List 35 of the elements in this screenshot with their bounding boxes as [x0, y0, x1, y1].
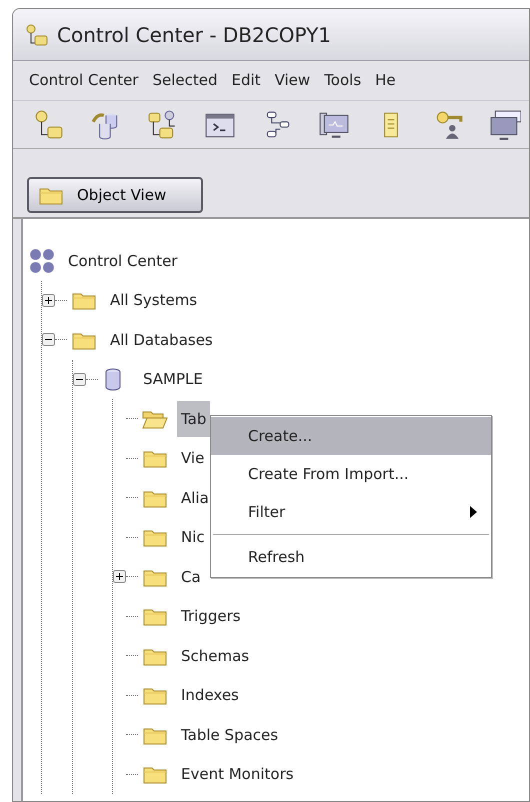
menu-item[interactable]: Create From Import...	[211, 455, 491, 493]
tree-item[interactable]: All Systems	[106, 282, 202, 318]
collapse-icon[interactable]	[42, 333, 55, 346]
menu-item[interactable]: Tools	[324, 69, 362, 92]
expand-icon[interactable]	[113, 570, 126, 584]
submenu-arrow-icon	[470, 506, 477, 518]
tree-item[interactable]: Schemas	[177, 638, 254, 674]
hierarchy-icon[interactable]	[33, 108, 65, 140]
collapse-icon[interactable]	[73, 372, 86, 386]
tree-item[interactable]: SAMPLE	[139, 361, 207, 398]
tree-item[interactable]: Control Center	[64, 242, 182, 279]
tree-item[interactable]: Tab	[177, 400, 210, 437]
menu-item[interactable]: He	[375, 69, 396, 92]
tree-item[interactable]: Ca	[177, 558, 205, 595]
tab[interactable]: Object View	[27, 177, 203, 213]
tree-item[interactable]: Event Monitors	[177, 756, 298, 792]
menu-item[interactable]: Control Center	[29, 69, 138, 92]
tree-item[interactable]: Vie	[177, 440, 208, 476]
menu-item[interactable]: View	[274, 69, 310, 92]
menu-item[interactable]: Selected	[152, 69, 218, 92]
tree-item[interactable]: Table Spaces	[177, 716, 282, 753]
menu-item[interactable]: Filter	[211, 493, 491, 531]
tree-item[interactable]: Nic	[177, 519, 209, 556]
tree-item[interactable]: All Databases	[106, 322, 217, 358]
app-icon	[25, 22, 49, 46]
menu-item[interactable]: Create...	[211, 417, 491, 455]
tree-item[interactable]: Triggers	[177, 598, 245, 634]
computer-icon[interactable]	[489, 108, 521, 140]
expand-icon[interactable]	[42, 294, 55, 307]
tree-item[interactable]: Indexes	[177, 677, 243, 714]
menu-item[interactable]: Refresh	[211, 538, 491, 576]
window-title: Control Center - DB2COPY1	[57, 22, 332, 48]
tree-item[interactable]: Alia	[177, 480, 213, 516]
root-icon	[28, 246, 56, 275]
menu-item[interactable]: Edit	[232, 69, 261, 92]
